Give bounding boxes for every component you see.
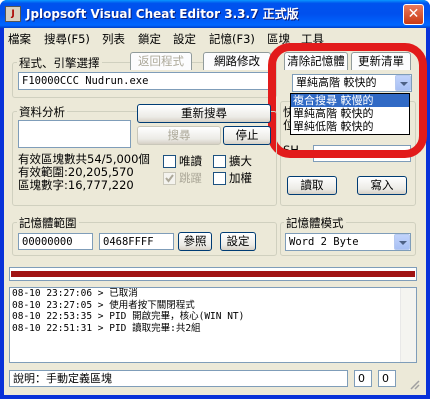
stop-button[interactable]: 停止 <box>223 126 271 145</box>
range-start-field[interactable]: 00000000 <box>18 233 93 250</box>
program-group-label: 程式、引擎選擇 <box>17 55 102 71</box>
status-field-2: 0 <box>378 370 396 387</box>
read-button[interactable]: 讀取 <box>287 176 337 195</box>
readonly-label: 唯讀 <box>179 154 202 168</box>
log-line: 08-10 22:51:31 > PID 讀取完畢:共2組 <box>12 322 201 334</box>
window-title: Jplopsoft Visual Cheat Editor 3.3.7 正式版 <box>26 7 299 21</box>
app-icon: J <box>5 6 21 22</box>
write-button[interactable]: 寫入 <box>357 176 407 195</box>
chevron-down-icon[interactable] <box>394 234 410 250</box>
close-button[interactable]: ✕ <box>403 4 424 25</box>
resize-grip-icon[interactable] <box>408 378 420 390</box>
analysis-input[interactable] <box>18 120 131 148</box>
log-line: 08-10 23:27:06 > 已取消 <box>12 288 138 299</box>
highlight-annotation <box>268 43 427 158</box>
skip-checkbox[interactable] <box>163 172 176 185</box>
memory-range-label: 記憶體範圍 <box>17 215 79 231</box>
log-scrollbar[interactable] <box>400 288 416 362</box>
log-line: 08-10 22:53:35 > PID 開啟完畢，核心(WIN NT) <box>12 311 245 322</box>
process-field[interactable]: F10000CCC Nudrun.exe <box>18 72 269 90</box>
tab-network-modify[interactable]: 網路修改 <box>203 52 271 70</box>
status-text: 說明：手動定義區塊 <box>9 370 348 387</box>
research-button[interactable]: 重新搜尋 <box>137 104 271 123</box>
menu-search[interactable]: 搜尋(F5) <box>44 31 90 47</box>
status-field-1: 0 <box>354 370 372 387</box>
reference-button[interactable]: 參照 <box>178 232 212 251</box>
memory-mode-select[interactable]: Word 2 Byte <box>285 233 411 251</box>
analysis-group-label: 資料分析 <box>17 104 67 120</box>
expand-checkbox[interactable] <box>213 155 226 168</box>
skip-label: 跳躍 <box>179 171 202 185</box>
progress-track <box>9 267 417 281</box>
log-list: 08-10 23:27:06 > 已取消 08-10 23:27:05 > 使用… <box>9 287 417 363</box>
range-end-field[interactable]: 0468FFFF <box>99 233 174 250</box>
progress-bar <box>11 271 415 277</box>
stat-line: 區塊數字:16,777,220 <box>18 178 134 192</box>
menu-list[interactable]: 列表 <box>102 31 125 47</box>
readonly-checkbox[interactable] <box>163 155 176 168</box>
log-line: 08-10 23:27:05 > 使用者按下關閉程式 <box>12 299 195 311</box>
search-button[interactable]: 搜尋 <box>137 126 221 145</box>
memory-mode-label: 記憶體模式 <box>284 215 346 231</box>
title-bar[interactable]: J Jplopsoft Visual Cheat Editor 3.3.7 正式… <box>0 0 430 28</box>
set-button[interactable]: 設定 <box>220 232 256 251</box>
menu-file[interactable]: 檔案 <box>8 31 31 47</box>
weighted-label: 加權 <box>229 171 252 185</box>
weighted-checkbox[interactable] <box>213 172 226 185</box>
checkmark-icon <box>165 174 174 183</box>
menu-lock[interactable]: 鎖定 <box>138 31 161 47</box>
expand-label: 擴大 <box>229 154 252 168</box>
menu-settings[interactable]: 設定 <box>173 31 196 47</box>
tab-return-program[interactable]: 返回程式 <box>130 52 192 70</box>
menu-memory[interactable]: 記憶(F3) <box>209 31 255 47</box>
